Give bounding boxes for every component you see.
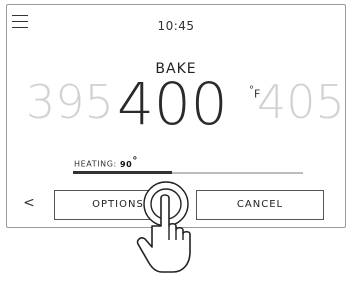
clock-time: 10:45 bbox=[157, 19, 195, 33]
current-temperature[interactable]: 400 bbox=[117, 75, 228, 133]
next-temperature-option[interactable]: 405 bbox=[257, 79, 345, 125]
heating-status: HEATING: 90° bbox=[74, 155, 138, 169]
previous-temperature-option[interactable]: 395 bbox=[26, 79, 114, 125]
heating-label: HEATING: bbox=[74, 159, 117, 169]
chevron-left-icon[interactable]: < bbox=[21, 195, 37, 211]
tap-hand-icon bbox=[136, 181, 191, 273]
cancel-button[interactable]: CANCEL bbox=[196, 190, 324, 220]
